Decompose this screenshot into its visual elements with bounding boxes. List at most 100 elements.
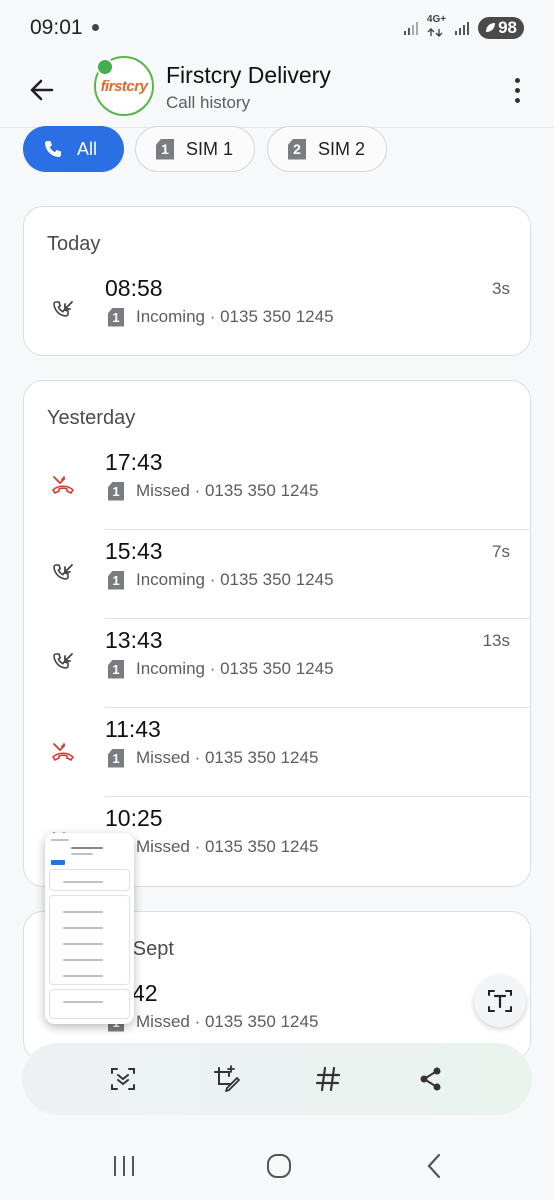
signal-icon <box>403 22 418 35</box>
scroll-capture-button[interactable] <box>103 1059 143 1099</box>
call-time: 17:43 <box>105 449 163 475</box>
call-time: 15:43 <box>105 538 163 564</box>
thumb-card <box>49 895 130 985</box>
filter-chip-label: SIM 1 <box>186 138 234 159</box>
call-detail: Missed · 0135 350 1245 <box>136 481 319 500</box>
filter-chip-sim1[interactable]: 1 SIM 1 <box>135 126 255 172</box>
call-log-entry[interactable]: 15:43 1 Incoming · 0135 350 1245 7s <box>24 530 530 619</box>
thumb-line <box>51 860 65 865</box>
status-time: 09:01 <box>30 16 83 39</box>
call-detail: Incoming · 0135 350 1245 <box>136 659 334 678</box>
call-time: 42 <box>132 980 158 1006</box>
battery-indicator: 98 <box>478 17 524 39</box>
sim-icon: 1 <box>108 659 124 679</box>
system-navigation-bar <box>0 1130 554 1200</box>
thumb-line <box>63 975 103 977</box>
call-detail: Incoming · 0135 350 1245 <box>136 307 334 326</box>
sim-icon: 1 <box>108 307 124 327</box>
call-detail: Incoming · 0135 350 1245 <box>136 570 334 589</box>
group-title: Today <box>47 233 101 255</box>
signal-icon-2 <box>455 22 470 35</box>
screenshot-preview-thumbnail[interactable] <box>45 833 134 1024</box>
recent-apps-icon <box>114 1156 134 1176</box>
app-header: firstcry Firstcry Delivery Call history <box>0 56 554 128</box>
screenshot-toolbar <box>22 1043 532 1115</box>
avatar-logo-text: firstcry <box>100 77 148 95</box>
network-indicator: 4G+ <box>426 13 447 42</box>
call-meta: 1 Missed · 0135 350 1245 <box>108 481 318 501</box>
thumb-card <box>49 869 130 891</box>
call-meta: 1 Incoming · 0135 350 1245 <box>108 307 334 327</box>
call-meta: 1 Missed · 0135 350 1245 <box>108 837 318 857</box>
contact-avatar[interactable]: firstcry <box>94 56 154 116</box>
missed-call-icon <box>51 476 75 495</box>
call-meta: 1 Incoming · 0135 350 1245 <box>108 659 334 679</box>
extract-text-button[interactable] <box>474 975 526 1027</box>
crop-edit-button[interactable] <box>206 1059 246 1099</box>
text-scan-icon <box>488 990 512 1012</box>
incoming-call-icon <box>53 653 73 669</box>
call-log-entry[interactable]: 17:43 1 Missed · 0135 350 1245 <box>24 441 530 530</box>
back-button[interactable] <box>22 70 62 110</box>
sim-icon: 1 <box>156 138 174 160</box>
scroll-capture-icon <box>111 1068 136 1090</box>
back-arrow-icon <box>30 79 54 101</box>
share-icon <box>420 1067 441 1091</box>
thumb-line <box>63 881 103 883</box>
phone-icon <box>45 141 61 157</box>
thumb-line <box>71 847 103 849</box>
avatar-badge-icon <box>96 58 114 76</box>
hashtag-button[interactable] <box>308 1059 348 1099</box>
thumb-line <box>63 1001 103 1003</box>
filter-chip-label: All <box>77 138 98 159</box>
thumb-line <box>51 839 69 841</box>
call-time: 10:25 <box>105 805 163 831</box>
missed-call-icon <box>51 743 75 762</box>
filter-chip-all[interactable]: All <box>23 126 124 172</box>
recent-apps-button[interactable] <box>104 1150 144 1182</box>
thumb-line <box>63 911 103 913</box>
more-dot-icon <box>514 97 520 103</box>
call-time: 11:43 <box>105 716 161 742</box>
call-group-card: Yesterday 17:43 1 Missed · 0135 350 1245… <box>23 380 531 887</box>
sim-icon: 1 <box>108 481 124 501</box>
more-options-button[interactable] <box>502 70 532 110</box>
more-dot-icon <box>514 77 520 83</box>
home-button[interactable] <box>259 1150 299 1182</box>
contact-name: Firstcry Delivery <box>166 62 331 88</box>
incoming-call-icon <box>53 564 73 580</box>
sim-icon: 1 <box>108 570 124 590</box>
call-log-entry[interactable]: 11:43 1 Missed · 0135 350 1245 <box>24 708 530 797</box>
status-bar: 09:01 4G+ 98 <box>0 0 554 56</box>
call-log-entry[interactable]: 13:43 1 Incoming · 0135 350 1245 13s <box>24 619 530 708</box>
call-time: 13:43 <box>105 627 163 653</box>
home-icon <box>267 1154 291 1178</box>
call-time: 08:58 <box>105 275 163 301</box>
crop-edit-icon <box>213 1065 240 1092</box>
call-duration: 7s <box>492 542 510 561</box>
data-arrows-icon <box>427 27 443 37</box>
filter-chip-sim2[interactable]: 2 SIM 2 <box>267 126 387 172</box>
call-meta: 1 Missed · 0135 350 1245 <box>108 748 318 768</box>
call-log-entry[interactable]: 08:58 1 Incoming · 0135 350 1245 3s <box>24 267 530 355</box>
call-duration: 13s <box>482 631 510 650</box>
call-detail: Missed · 0135 350 1245 <box>136 748 319 767</box>
share-button[interactable] <box>411 1059 451 1099</box>
call-detail: Missed · 0135 350 1245 <box>136 1012 319 1031</box>
battery-level: 98 <box>498 18 517 37</box>
network-type: 4G+ <box>426 13 447 25</box>
nav-back-button[interactable] <box>414 1150 454 1182</box>
sim-icon: 2 <box>288 138 306 160</box>
call-group-card: Today 08:58 1 Incoming · 0135 350 1245 3… <box>23 206 531 356</box>
thumb-line <box>63 959 103 961</box>
notification-dot <box>92 24 99 31</box>
status-icons: 4G+ 98 <box>403 13 524 42</box>
more-dot-icon <box>514 87 520 93</box>
hashtag-icon <box>316 1066 341 1092</box>
call-detail: Missed · 0135 350 1245 <box>136 837 319 856</box>
back-icon <box>427 1153 441 1179</box>
group-title: Yesterday <box>47 407 136 429</box>
call-meta: 1 Missed · 0135 350 1245 <box>108 1012 318 1032</box>
filter-chip-label: SIM 2 <box>318 138 366 159</box>
thumb-line <box>63 943 103 945</box>
